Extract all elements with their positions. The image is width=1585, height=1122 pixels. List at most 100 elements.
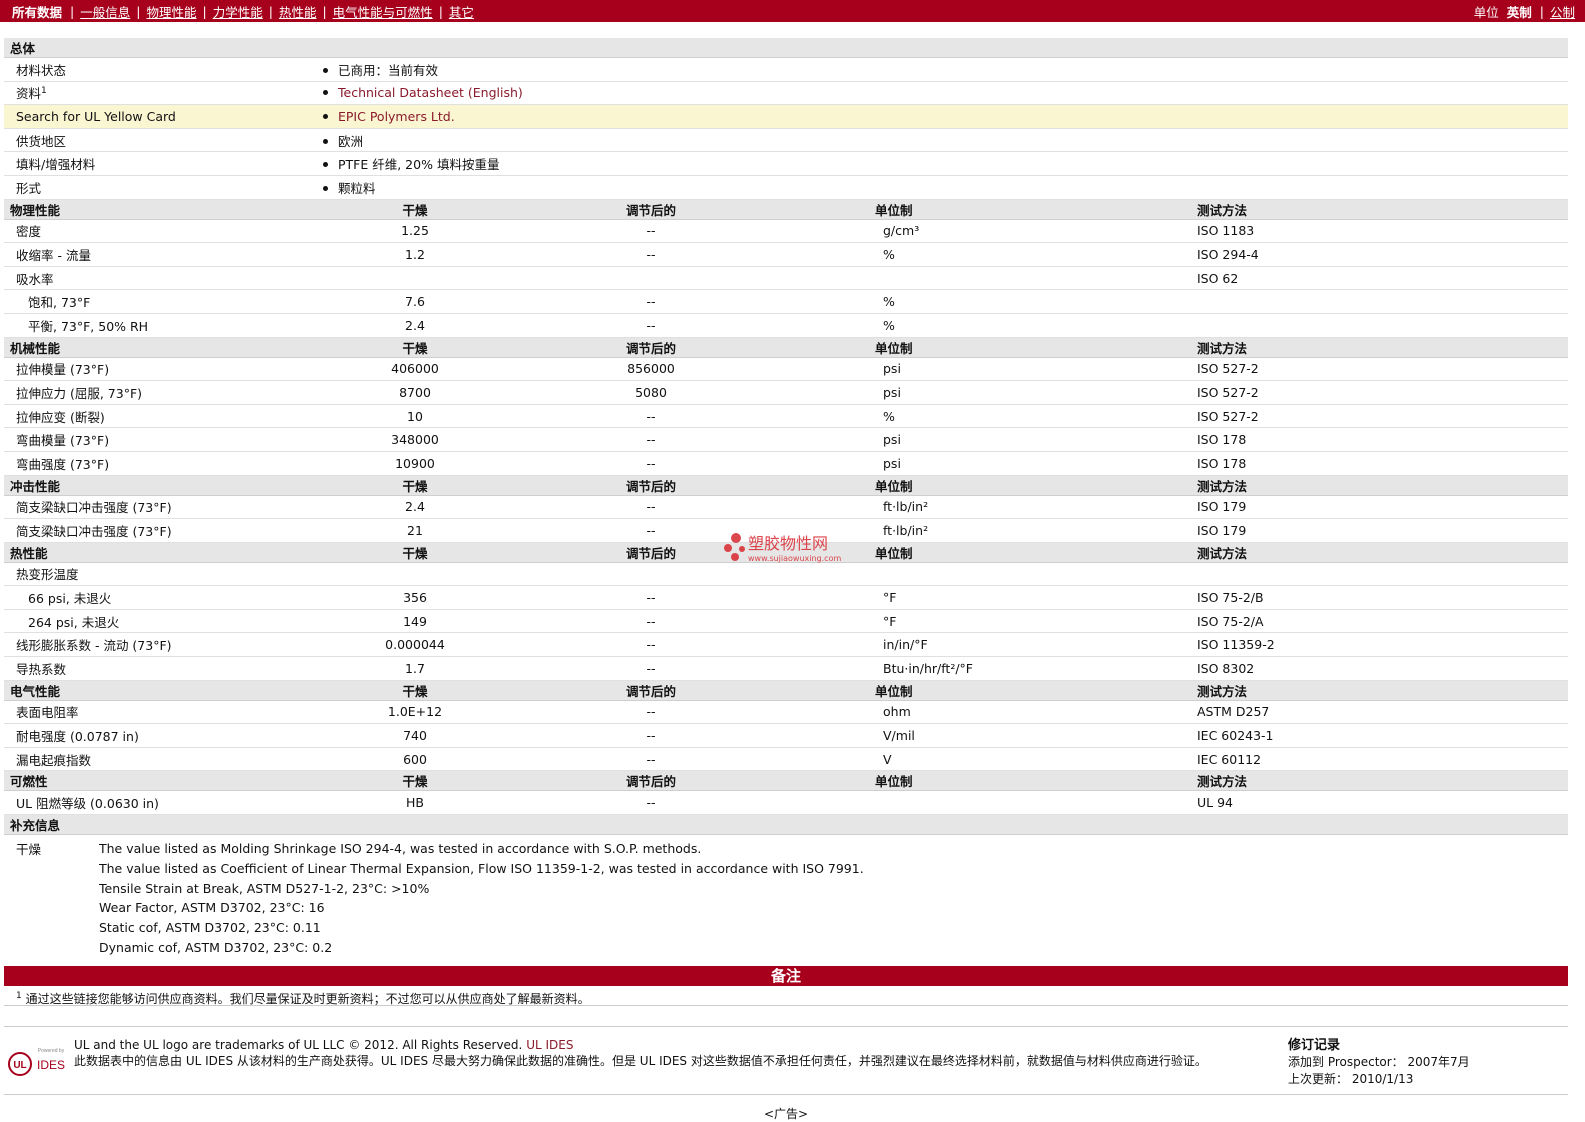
value-cond: -- (511, 313, 713, 338)
value-cond: -- (511, 242, 713, 267)
property-row: 拉伸应力 (屈服, 73°F) 8700 5080 psi ISO 527-2 (4, 380, 1569, 405)
general-value: EPIC Polymers Ltd. (319, 104, 1569, 129)
spacer (1101, 380, 1197, 405)
value-dry: 1.0E+12 (319, 700, 511, 725)
col-header-unit: 单位制 (713, 770, 1101, 792)
value-unit: % (713, 289, 1101, 314)
col-header-method: 测试方法 (1197, 770, 1569, 792)
test-method: ISO 8302 (1197, 656, 1569, 681)
rev-title: 修订记录 (1288, 1037, 1341, 1053)
property-row: 拉伸模量 (73°F) 406000 856000 psi ISO 527-2 (4, 357, 1569, 382)
test-method: ISO 527-2 (1197, 380, 1569, 405)
spacer (1101, 289, 1197, 314)
value-unit: in/in/°F (713, 632, 1101, 658)
nav-other[interactable]: 其它 (443, 2, 480, 21)
spacer (1101, 518, 1197, 543)
test-method: ISO 178 (1197, 427, 1569, 452)
section-header-flammability: 可燃性 干燥 调节后的 单位制 测试方法 (4, 770, 1569, 792)
property-row: 线形膨胀系数 - 流动 (73°F) 0.000044 -- in/in/°F ISO … (4, 632, 1569, 658)
value-dry: 406000 (319, 357, 511, 382)
general-value-text[interactable]: EPIC Polymers Ltd. (338, 109, 455, 124)
property-row: 漏电起痕指数 600 -- V IEC 60112 (4, 747, 1569, 772)
property-row: 导热系数 1.7 -- Btu·in/hr/ft²/°F ISO 8302 (4, 656, 1569, 681)
value-cond: -- (511, 404, 713, 429)
property-label: UL 阻燃等级 (0.0630 in) (4, 790, 319, 816)
spacer (1101, 242, 1197, 267)
spacer (1101, 427, 1197, 452)
property-label: 弯曲强度 (73°F) (4, 451, 319, 476)
property-label: 导热系数 (4, 656, 319, 681)
footnote-text: 通过这些链接您能够访问供应商资料。我们尽量保证及时更新资料；不过您可以从供应商处… (25, 991, 590, 1006)
value-cond: -- (511, 656, 713, 681)
col-header-method: 测试方法 (1197, 542, 1569, 563)
section-title: 冲击性能 (4, 475, 319, 496)
test-method: ISO 11359-2 (1197, 632, 1569, 658)
value-dry: 740 (319, 723, 511, 748)
value-cond: -- (511, 723, 713, 748)
ul-ides-link[interactable]: UL IDES (526, 1038, 573, 1052)
spacer (1101, 337, 1197, 358)
property-label: 简支梁缺口冲击强度 (73°F) (4, 518, 319, 543)
spacer (1101, 680, 1197, 701)
general-label: 填料/增强材料 (4, 151, 319, 176)
nav-thermal[interactable]: 热性能 (273, 2, 323, 21)
spacer (1101, 219, 1197, 244)
property-row: 耐电强度 (0.0787 in) 740 -- V/mil IEC 60243-1 (4, 723, 1569, 748)
value-unit (713, 562, 1101, 587)
value-unit: V (713, 747, 1101, 772)
col-header-dry: 干燥 (319, 337, 511, 358)
col-header-dry: 干燥 (319, 199, 511, 220)
general-row: Search for UL Yellow Card EPIC Polymers L… (4, 104, 1569, 129)
test-method (1197, 289, 1569, 314)
section-header-impact: 冲击性能 干燥 调节后的 单位制 测试方法 (4, 475, 1569, 496)
property-label: 收缩率 - 流量 (4, 242, 319, 267)
value-unit (713, 266, 1101, 291)
nav-electrical[interactable]: 电气性能与可燃性 (327, 2, 439, 21)
property-label: 拉伸模量 (73°F) (4, 357, 319, 382)
col-header-cond: 调节后的 (511, 337, 713, 358)
general-value-text: 已商用：当前有效 (338, 62, 439, 78)
value-dry: 1.2 (319, 242, 511, 267)
unit-metric[interactable]: 公制 (1548, 2, 1577, 21)
general-value: 欧洲 (319, 128, 1569, 153)
footer-disclaimer-text: 此数据表中的信息由 UL IDES 从该材料的生产商处获得。UL IDES 尽最… (74, 1053, 1207, 1068)
property-row: 66 psi, 未退火 356 -- °F ISO 75-2/B (4, 585, 1569, 610)
nav-general[interactable]: 一般信息 (74, 2, 136, 21)
spacer (1101, 632, 1197, 658)
general-value-text[interactable]: Technical Datasheet (English) (338, 85, 523, 100)
value-cond: -- (511, 451, 713, 476)
value-unit: % (713, 313, 1101, 338)
property-label: 耐电强度 (0.0787 in) (4, 723, 319, 748)
property-label: 弯曲模量 (73°F) (4, 427, 319, 452)
spacer (1101, 723, 1197, 748)
value-dry: 21 (319, 518, 511, 543)
property-row: 热变形温度 (4, 562, 1569, 587)
value-dry: 7.6 (319, 289, 511, 314)
spacer (1101, 199, 1197, 220)
unit-english[interactable]: 英制 (1503, 2, 1536, 21)
unit-switcher: 单位 英制 | 公制 (1470, 2, 1577, 21)
col-header-unit: 单位制 (713, 680, 1101, 701)
value-cond (511, 562, 713, 587)
spacer (1101, 266, 1197, 291)
general-value-text: 欧洲 (338, 133, 364, 149)
value-cond: 5080 (511, 380, 713, 405)
logo-ides-text: IDES (37, 1058, 65, 1072)
supp-lines: The value listed as Molding Shrinkage IS… (99, 839, 864, 958)
nav-sep: | (1539, 3, 1544, 19)
nav-mechanical[interactable]: 力学性能 (207, 2, 269, 21)
value-dry: 348000 (319, 427, 511, 452)
bullet-icon (323, 162, 328, 168)
col-header-unit: 单位制 (713, 199, 1101, 220)
section-header-general: 总体 (4, 38, 1569, 58)
value-cond: -- (511, 609, 713, 634)
property-row: 简支梁缺口冲击强度 (73°F) 2.4 -- ft·lb/in² ISO 179 (4, 495, 1569, 520)
spacer (1101, 770, 1197, 792)
supp-line: Dynamic cof, ASTM D3702, 23°C: 0.2 (99, 940, 333, 956)
col-header-method: 测试方法 (1197, 475, 1569, 496)
nav-physical[interactable]: 物理性能 (140, 2, 202, 21)
test-method: ISO 75-2/A (1197, 609, 1569, 634)
nav-all-data[interactable]: 所有数据 (8, 2, 70, 21)
test-method: ISO 62 (1197, 266, 1569, 291)
section-title: 物理性能 (4, 199, 319, 220)
